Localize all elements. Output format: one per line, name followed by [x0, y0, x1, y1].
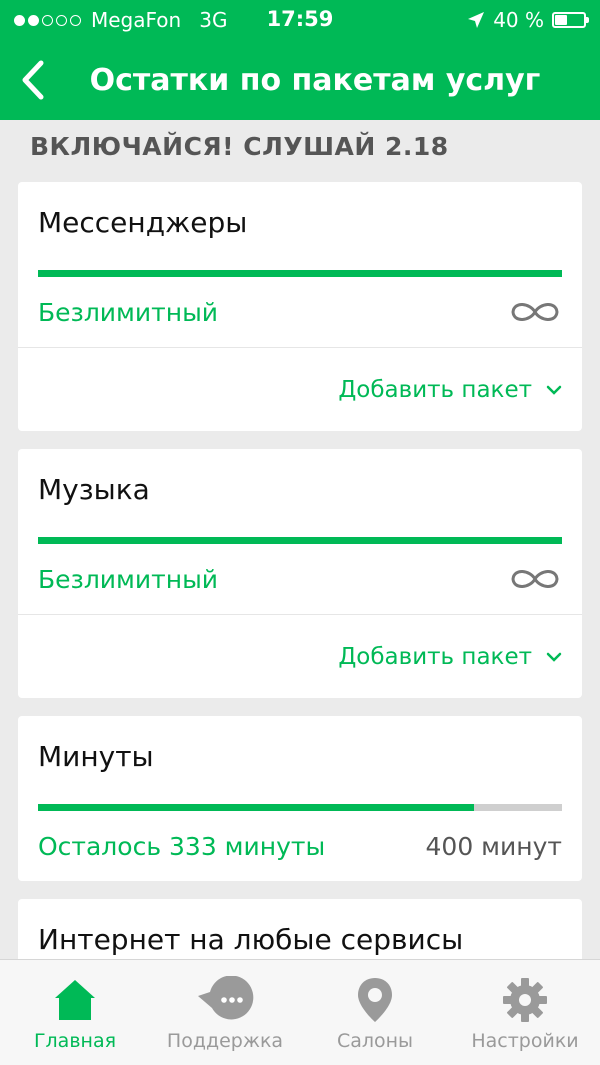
chevron-down-icon: [546, 385, 562, 395]
tab-stores[interactable]: Салоны: [300, 960, 450, 1065]
package-progress-bar: [38, 804, 562, 811]
tab-support[interactable]: Поддержка: [150, 960, 300, 1065]
package-total: 400 минут: [425, 831, 562, 861]
tab-settings[interactable]: Настройки: [450, 960, 600, 1065]
location-arrow-icon: [468, 12, 485, 28]
location-pin-icon: [358, 978, 392, 1022]
tab-label: Настройки: [471, 1030, 579, 1052]
package-title: Мессенджеры: [38, 206, 248, 239]
package-card-music: Музыка Безлимитный Добавить пакет: [18, 449, 582, 698]
tab-label: Главная: [33, 1030, 117, 1052]
back-button[interactable]: [12, 56, 52, 104]
chat-icon: [198, 976, 254, 1020]
home-icon: [55, 980, 95, 1020]
chevron-down-icon: [546, 652, 562, 662]
tab-label: Салоны: [336, 1030, 414, 1052]
tariff-name: ВКЛЮЧАЙСЯ! СЛУШАЙ 2.18: [30, 132, 449, 161]
package-card-messengers: Мессенджеры Безлимитный Добавить пакет: [18, 182, 582, 431]
tab-bar: Главная Поддержка Салоны Настройки: [0, 959, 600, 1065]
package-card-minutes: Минуты Осталось 333 минуты 400 минут: [18, 716, 582, 881]
chevron-left-icon: [22, 60, 44, 100]
network-type: 3G: [199, 8, 228, 32]
package-title: Музыка: [38, 473, 150, 506]
package-title: Минуты: [38, 740, 154, 773]
package-progress-bar: [38, 270, 562, 277]
package-remaining: Осталось 333 минуты: [38, 831, 326, 861]
add-package-button[interactable]: Добавить пакет: [18, 614, 582, 698]
carrier-name: MegaFon: [91, 8, 182, 32]
app-header: MegaFon 3G 17:59 40 % Остатки по пакетам…: [0, 0, 600, 120]
add-package-label: Добавить пакет: [338, 376, 532, 403]
infinity-icon: [511, 303, 559, 321]
add-package-button[interactable]: Добавить пакет: [18, 347, 582, 431]
infinity-icon: [511, 570, 559, 588]
battery-icon: [552, 12, 589, 28]
tab-label: Поддержка: [166, 1030, 284, 1052]
package-progress-bar: [38, 537, 562, 544]
signal-strength-icon: [14, 14, 81, 26]
add-package-label: Добавить пакет: [338, 643, 532, 670]
tab-home[interactable]: Главная: [0, 960, 150, 1065]
battery-percent: 40 %: [493, 8, 544, 32]
status-bar: MegaFon 3G 17:59 40 %: [0, 0, 600, 40]
package-remaining: Безлимитный: [38, 564, 219, 594]
page-title: Остатки по пакетам услуг: [89, 62, 541, 98]
gear-icon: [503, 978, 547, 1022]
navigation-bar: Остатки по пакетам услуг: [0, 40, 600, 120]
package-remaining: Безлимитный: [38, 297, 219, 327]
